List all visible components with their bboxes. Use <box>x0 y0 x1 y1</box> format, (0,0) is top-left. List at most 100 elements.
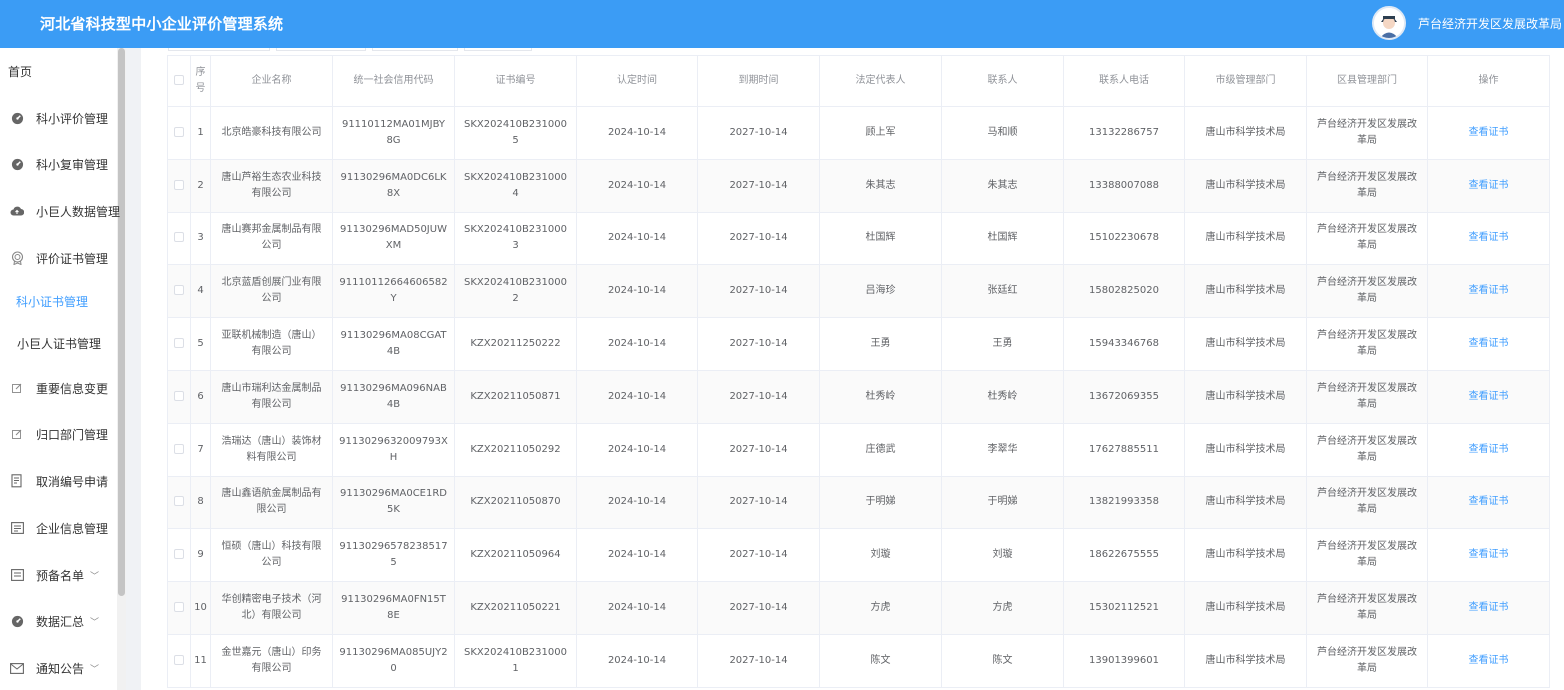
list-icon <box>10 568 24 582</box>
view-certificate-link[interactable]: 查看证书 <box>1427 317 1550 371</box>
company-name: 北京皓豪科技有限公司 <box>210 106 333 160</box>
avatar[interactable] <box>1372 6 1406 40</box>
sidebar-subitem-kexiao-certificate[interactable]: 科小证书管理 <box>16 293 88 310</box>
city-department: 唐山市科学技术局 <box>1184 211 1307 266</box>
contact-phone: 13388007088 <box>1063 158 1185 213</box>
sidebar-item-giant-data[interactable]: 小巨人数据管理 <box>10 201 120 221</box>
row-checkbox[interactable] <box>167 106 191 160</box>
view-certificate-link[interactable]: 查看证书 <box>1427 528 1550 583</box>
view-certificate-link[interactable]: 查看证书 <box>1427 264 1550 319</box>
column-header: 证书编号 <box>454 55 577 107</box>
sidebar-item-dept[interactable]: 归口部门管理 <box>10 424 108 444</box>
credit-code: 9113029632009793XH <box>332 422 455 477</box>
table-row[interactable]: 4 北京蓝盾创展门业有限公司 91110112664606582Y SKX202410… <box>167 264 1550 319</box>
sidebar-item-kexiao-evaluation[interactable]: 科小评价管理 <box>10 108 108 128</box>
current-user[interactable]: 芦台经济开发区发展改革局 <box>1418 15 1562 32</box>
table-row[interactable]: 3 唐山赛邦金属制品有限公司 91130296MAD50JUWXM SKX202410… <box>167 211 1550 266</box>
contact-person: 于明娣 <box>941 475 1064 530</box>
sidebar-item-home[interactable]: 首页 <box>8 63 32 80</box>
select-all-checkbox[interactable] <box>167 55 191 107</box>
user-avatar-icon <box>1374 8 1404 38</box>
credit-code: 91130296MA0FN15T8E <box>332 581 455 635</box>
certificate-number: KZX20211050221 <box>454 581 577 635</box>
column-header: 认定时间 <box>576 55 698 107</box>
row-checkbox[interactable] <box>167 475 191 530</box>
contact-person: 马和顺 <box>941 106 1064 160</box>
view-certificate-link[interactable]: 查看证书 <box>1427 475 1550 530</box>
row-checkbox[interactable] <box>167 581 191 635</box>
expiry-date: 2027-10-14 <box>697 633 820 688</box>
sidebar-item-kexiao-review[interactable]: 科小复审管理 <box>10 154 108 174</box>
table-row[interactable]: 10 华创精密电子技术（河北）有限公司 91130296MA0FN15T8E KZX2… <box>167 581 1550 635</box>
contact-phone: 15802825020 <box>1063 264 1185 319</box>
view-certificate-link[interactable]: 查看证书 <box>1427 106 1550 160</box>
column-header: 联系人 <box>941 55 1064 107</box>
sidebar-item-notice[interactable]: 通知公告 ﹀ <box>10 658 99 678</box>
credit-code: 911302965782385175 <box>332 528 455 583</box>
legal-representative: 陈文 <box>819 633 942 688</box>
view-certificate-link[interactable]: 查看证书 <box>1427 633 1550 688</box>
table-row[interactable]: 9 恒硕（唐山）科技有限公司 911302965782385175 KZX202110… <box>167 528 1550 583</box>
sidebar-item-enterprise-info[interactable]: 企业信息管理 <box>10 518 108 538</box>
issue-date: 2024-10-14 <box>576 475 698 530</box>
contact-phone: 15102230678 <box>1063 211 1185 266</box>
table-row[interactable]: 7 浩瑞达（唐山）装饰材料有限公司 9113029632009793XH KZX202… <box>167 422 1550 477</box>
city-department: 唐山市科学技术局 <box>1184 158 1307 213</box>
table-row[interactable]: 2 唐山芦裕生态农业科技有限公司 91130296MA0DC6LK8X SKX2024… <box>167 158 1550 213</box>
view-certificate-link[interactable]: 查看证书 <box>1427 158 1550 213</box>
company-name: 亚联机械制造（唐山）有限公司 <box>210 317 333 371</box>
row-checkbox[interactable] <box>167 422 191 477</box>
company-name: 浩瑞达（唐山）装饰材料有限公司 <box>210 422 333 477</box>
row-checkbox[interactable] <box>167 369 191 424</box>
issue-date: 2024-10-14 <box>576 317 698 371</box>
contact-person: 刘璇 <box>941 528 1064 583</box>
row-checkbox[interactable] <box>167 158 191 213</box>
sidebar-item-label: 归口部门管理 <box>36 427 109 442</box>
view-certificate-link[interactable]: 查看证书 <box>1427 369 1550 424</box>
gauge-icon <box>10 157 24 171</box>
sidebar-item-prelist[interactable]: 预备名单 ﹀ <box>10 565 99 585</box>
sidebar-item-cancel-number[interactable]: 取消编号申请 <box>10 471 108 491</box>
legal-representative: 吕海珍 <box>819 264 942 319</box>
sidebar-scrollbar-thumb[interactable] <box>118 48 125 596</box>
sidebar-subitem-giant-certificate[interactable]: 小巨人证书管理 <box>17 335 101 352</box>
medal-icon <box>10 251 24 265</box>
expiry-date: 2027-10-14 <box>697 528 820 583</box>
sidebar-item-label: 科小评价管理 <box>36 111 109 126</box>
row-checkbox[interactable] <box>167 317 191 371</box>
mail-icon <box>10 661 24 675</box>
table-row[interactable]: 11 金世嘉元（唐山）印务有限公司 91130296MA085UJY20 SKX202… <box>167 633 1550 688</box>
app-title: 河北省科技型中小企业评价管理系统 <box>40 15 284 33</box>
sidebar-item-label: 评价证书管理 <box>36 251 109 266</box>
expiry-date: 2027-10-14 <box>697 422 820 477</box>
company-name: 唐山赛邦金属制品有限公司 <box>210 211 333 266</box>
city-department: 唐山市科学技术局 <box>1184 422 1307 477</box>
county-department: 芦台经济开发区发展改革局 <box>1306 422 1428 477</box>
table-row[interactable]: 5 亚联机械制造（唐山）有限公司 91130296MA08CGAT4B KZX2021… <box>167 317 1550 371</box>
row-index: 3 <box>190 211 211 266</box>
sidebar-item-data-summary[interactable]: 数据汇总 ﹀ <box>10 611 99 631</box>
issue-date: 2024-10-14 <box>576 264 698 319</box>
row-checkbox[interactable] <box>167 264 191 319</box>
view-certificate-link[interactable]: 查看证书 <box>1427 422 1550 477</box>
legal-representative: 朱其志 <box>819 158 942 213</box>
certificate-table: 序号 企业名称 统一社会信用代码 证书编号 认定时间 到期时间 法定代表人 联系… <box>167 55 1550 688</box>
expiry-date: 2027-10-14 <box>697 264 820 319</box>
certificate-number: KZX20211050870 <box>454 475 577 530</box>
row-checkbox[interactable] <box>167 211 191 266</box>
sidebar-item-info-change[interactable]: 重要信息变更 <box>10 378 108 398</box>
table-row[interactable]: 8 唐山鑫语航金属制品有限公司 91130296MA0CE1RD5K KZX20211… <box>167 475 1550 530</box>
credit-code: 91130296MA08CGAT4B <box>332 317 455 371</box>
contact-person: 王勇 <box>941 317 1064 371</box>
row-checkbox[interactable] <box>167 633 191 688</box>
contact-person: 杜秀岭 <box>941 369 1064 424</box>
gauge-icon <box>10 614 24 628</box>
table-row[interactable]: 6 唐山市瑞利达金属制品有限公司 91130296MA096NAB4B KZX2021… <box>167 369 1550 424</box>
credit-code: 91130296MA096NAB4B <box>332 369 455 424</box>
sidebar-item-certificate[interactable]: 评价证书管理 <box>10 248 108 268</box>
chevron-down-icon: ﹀ <box>90 571 100 582</box>
view-certificate-link[interactable]: 查看证书 <box>1427 581 1550 635</box>
table-row[interactable]: 1 北京皓豪科技有限公司 91110112MA01MJBY8G SKX202410B2… <box>167 106 1550 160</box>
view-certificate-link[interactable]: 查看证书 <box>1427 211 1550 266</box>
row-checkbox[interactable] <box>167 528 191 583</box>
